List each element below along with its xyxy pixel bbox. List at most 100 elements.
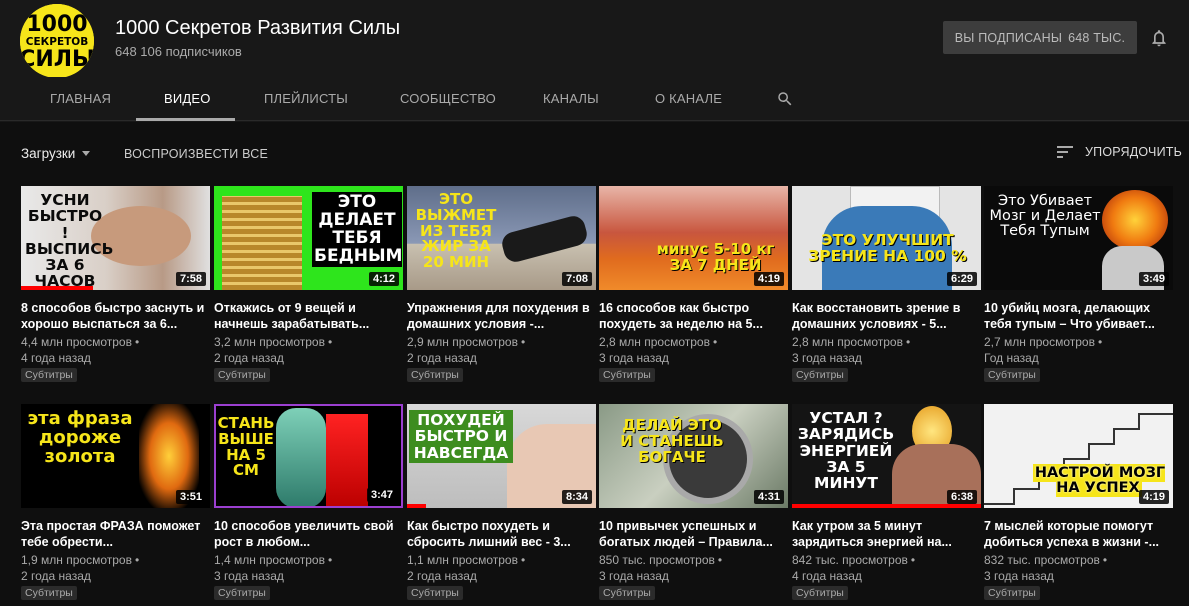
watch-progress-bar bbox=[792, 504, 981, 508]
video-duration: 6:38 bbox=[946, 490, 977, 504]
video-title[interactable]: 10 способов увеличить свой рост в любом.… bbox=[214, 518, 400, 550]
video-duration: 6:29 bbox=[946, 272, 977, 286]
video-title[interactable]: 16 способов как быстро похудеть за недел… bbox=[599, 300, 785, 332]
video-views: 850 тыс. просмотров • bbox=[599, 553, 723, 567]
video-duration: 7:08 bbox=[561, 272, 592, 286]
video-duration: 4:31 bbox=[753, 490, 784, 504]
thumbnail-figure bbox=[499, 213, 590, 265]
video-age: 2 года назад bbox=[214, 351, 284, 365]
thumbnail-text: ДЕЛАЙ ЭТО И СТАНЕШЬ БОГАЧЕ bbox=[620, 416, 724, 466]
video-thumbnail[interactable]: эта фраза дороже золота 3:51 bbox=[21, 404, 210, 508]
subtitles-badge: Субтитры bbox=[984, 368, 1040, 382]
video-thumbnail[interactable]: ПОХУДЕЙ БЫСТРО И НАВСЕГДА 8:34 bbox=[407, 404, 596, 508]
subtitles-badge: Субтитры bbox=[792, 586, 848, 600]
thumbnail-text: ЭТО ВЫЖМЕТ ИЗ ТЕБЯ ЖИР ЗА 20 МИН bbox=[415, 190, 497, 271]
play-all-button[interactable]: ВОСПРОИЗВЕСТИ ВСЕ bbox=[124, 147, 268, 161]
video-title[interactable]: Как утром за 5 минут зарядиться энергией… bbox=[792, 518, 978, 550]
subtitles-badge: Субтитры bbox=[21, 368, 77, 382]
videos-section: Загрузки ВОСПРОИЗВЕСТИ ВСЕ УПОРЯДОЧИТЬ У… bbox=[0, 122, 1189, 606]
channel-logo: 1000 СЕКРЕТОВ СИЛЫ bbox=[20, 4, 94, 78]
thumbnail-arrow bbox=[326, 414, 368, 506]
active-tab-indicator bbox=[136, 118, 235, 121]
video-thumbnail[interactable]: НАСТРОЙ МОЗГ НА УСПЕХ 4:19 bbox=[984, 404, 1173, 508]
video-duration: 4:19 bbox=[753, 272, 784, 286]
video-thumbnail[interactable]: ДЕЛАЙ ЭТО И СТАНЕШЬ БОГАЧЕ 4:31 bbox=[599, 404, 788, 508]
video-thumbnail[interactable]: ЭТО ДЕЛАЕТ ТЕБЯ БЕДНЫМ 4:12 bbox=[214, 186, 403, 290]
video-title[interactable]: 10 убийц мозга, делающих тебя тупым – Чт… bbox=[984, 300, 1170, 332]
video-age: 4 года назад bbox=[792, 569, 862, 583]
uploads-dropdown[interactable]: Загрузки bbox=[21, 146, 91, 161]
video-thumbnail[interactable]: ЭТО УЛУЧШИТ ЗРЕНИЕ НА 100 % 6:29 bbox=[792, 186, 981, 290]
video-thumbnail[interactable]: УСТАЛ ? ЗАРЯДИСЬ ЭНЕРГИЕЙ ЗА 5 МИНУТ 6:3… bbox=[792, 404, 981, 508]
video-duration: 3:49 bbox=[1138, 272, 1169, 286]
thumbnail-text: эта фраза дороже золота bbox=[27, 408, 133, 467]
tab-community[interactable]: СООБЩЕСТВО bbox=[400, 77, 496, 121]
video-age: 2 года назад bbox=[407, 569, 477, 583]
video-thumbnail[interactable]: Это Убивает Мозг и Делает Тебя Тупым 3:4… bbox=[984, 186, 1173, 290]
subtitles-badge: Субтитры bbox=[407, 586, 463, 600]
tab-channels[interactable]: КАНАЛЫ bbox=[543, 77, 599, 121]
video-duration: 7:58 bbox=[175, 272, 206, 286]
video-views: 1,1 млн просмотров • bbox=[407, 553, 526, 567]
video-title[interactable]: 7 мыслей которые помогут добиться успеха… bbox=[984, 518, 1170, 550]
thumbnail-text: минус 5-10 кг ЗА 7 ДНЕЙ bbox=[656, 240, 775, 274]
watch-progress-bar bbox=[21, 286, 93, 290]
video-title[interactable]: 8 способов быстро заснуть и хорошо выспа… bbox=[21, 300, 207, 332]
video-views: 842 тыс. просмотров • bbox=[792, 553, 916, 567]
video-views: 2,8 млн просмотров • bbox=[599, 335, 718, 349]
sort-icon bbox=[1057, 146, 1073, 158]
tab-home[interactable]: ГЛАВНАЯ bbox=[50, 77, 111, 121]
video-age: 4 года назад bbox=[21, 351, 91, 365]
svg-text:1000: 1000 bbox=[26, 12, 87, 37]
tab-playlists[interactable]: ПЛЕЙЛИСТЫ bbox=[264, 77, 348, 121]
video-duration: 4:12 bbox=[368, 272, 399, 286]
thumbnail-skeleton bbox=[276, 408, 326, 506]
video-thumbnail[interactable]: минус 5-10 кг ЗА 7 ДНЕЙ 4:19 bbox=[599, 186, 788, 290]
uploads-label: Загрузки bbox=[21, 146, 76, 161]
video-age: 2 года назад bbox=[21, 569, 91, 583]
video-views: 2,8 млн просмотров • bbox=[792, 335, 911, 349]
video-views: 1,9 млн просмотров • bbox=[21, 553, 140, 567]
video-thumbnail[interactable]: СТАНЬ ВЫШЕ НА 5 СМ 3:47 bbox=[214, 404, 403, 508]
subtitles-badge: Субтитры bbox=[792, 368, 848, 382]
tab-about[interactable]: О КАНАЛЕ bbox=[655, 77, 722, 121]
video-age: 3 года назад bbox=[599, 569, 669, 583]
tab-videos[interactable]: ВИДЕО bbox=[164, 77, 211, 121]
subscribed-label: ВЫ ПОДПИСАНЫ bbox=[954, 30, 1063, 45]
bell-icon[interactable] bbox=[1149, 28, 1169, 48]
video-duration: 4:19 bbox=[1138, 490, 1169, 504]
video-views: 832 тыс. просмотров • bbox=[984, 553, 1108, 567]
video-thumbnail[interactable]: УСНИ БЫСТРО ! ВЫСПИСЬ ЗА 6 ЧАСОВ 7:58 bbox=[21, 186, 210, 290]
video-duration: 8:34 bbox=[561, 490, 592, 504]
subtitles-badge: Субтитры bbox=[214, 586, 270, 600]
video-thumbnail[interactable]: ЭТО ВЫЖМЕТ ИЗ ТЕБЯ ЖИР ЗА 20 МИН 7:08 bbox=[407, 186, 596, 290]
video-duration: 3:47 bbox=[366, 488, 397, 502]
subscribed-button[interactable]: ВЫ ПОДПИСАНЫ 648 ТЫС. bbox=[943, 21, 1137, 54]
video-title[interactable]: Как восстановить зрение в домашних услов… bbox=[792, 300, 978, 332]
subtitles-badge: Субтитры bbox=[21, 586, 77, 600]
channel-avatar[interactable]: 1000 СЕКРЕТОВ СИЛЫ bbox=[20, 4, 94, 78]
sort-button[interactable]: УПОРЯДОЧИТЬ bbox=[1057, 145, 1182, 159]
video-title[interactable]: Откажись от 9 вещей и начнешь зарабатыва… bbox=[214, 300, 400, 332]
subtitles-badge: Субтитры bbox=[599, 586, 655, 600]
video-views: 3,2 млн просмотров • bbox=[214, 335, 333, 349]
thumbnail-text: УСНИ БЫСТРО ! ВЫСПИСЬ ЗА 6 ЧАСОВ bbox=[25, 191, 114, 290]
subtitles-badge: Субтитры bbox=[599, 368, 655, 382]
thumbnail-text: ЭТО ДЕЛАЕТ ТЕБЯ БЕДНЫМ bbox=[312, 192, 403, 268]
thumbnail-text: СТАНЬ ВЫШЕ НА 5 СМ bbox=[217, 414, 275, 480]
thumbnail-text: УСТАЛ ? ЗАРЯДИСЬ ЭНЕРГИЕЙ ЗА 5 МИНУТ bbox=[797, 409, 895, 493]
video-title[interactable]: Упражнения для похудения в домашних усло… bbox=[407, 300, 593, 332]
sort-label: УПОРЯДОЧИТЬ bbox=[1085, 145, 1183, 159]
subtitles-badge: Субтитры bbox=[214, 368, 270, 382]
video-duration: 3:51 bbox=[175, 490, 206, 504]
thumbnail-text: ПОХУДЕЙ БЫСТРО И НАВСЕГДА bbox=[409, 410, 513, 463]
video-title[interactable]: Как быстро похудеть и сбросить лишний ве… bbox=[407, 518, 593, 550]
channel-tabs: ГЛАВНАЯ ВИДЕО ПЛЕЙЛИСТЫ СООБЩЕСТВО КАНАЛ… bbox=[0, 77, 1189, 121]
subscriber-count: 648 106 подписчиков bbox=[115, 44, 242, 59]
video-title[interactable]: 10 привычек успешных и богатых людей – П… bbox=[599, 518, 785, 550]
video-views: 4,4 млн просмотров • bbox=[21, 335, 140, 349]
search-icon[interactable] bbox=[776, 90, 794, 108]
subtitles-badge: Субтитры bbox=[984, 586, 1040, 600]
video-title[interactable]: Эта простая ФРАЗА поможет тебе обрести..… bbox=[21, 518, 207, 550]
video-age: 2 года назад bbox=[407, 351, 477, 365]
